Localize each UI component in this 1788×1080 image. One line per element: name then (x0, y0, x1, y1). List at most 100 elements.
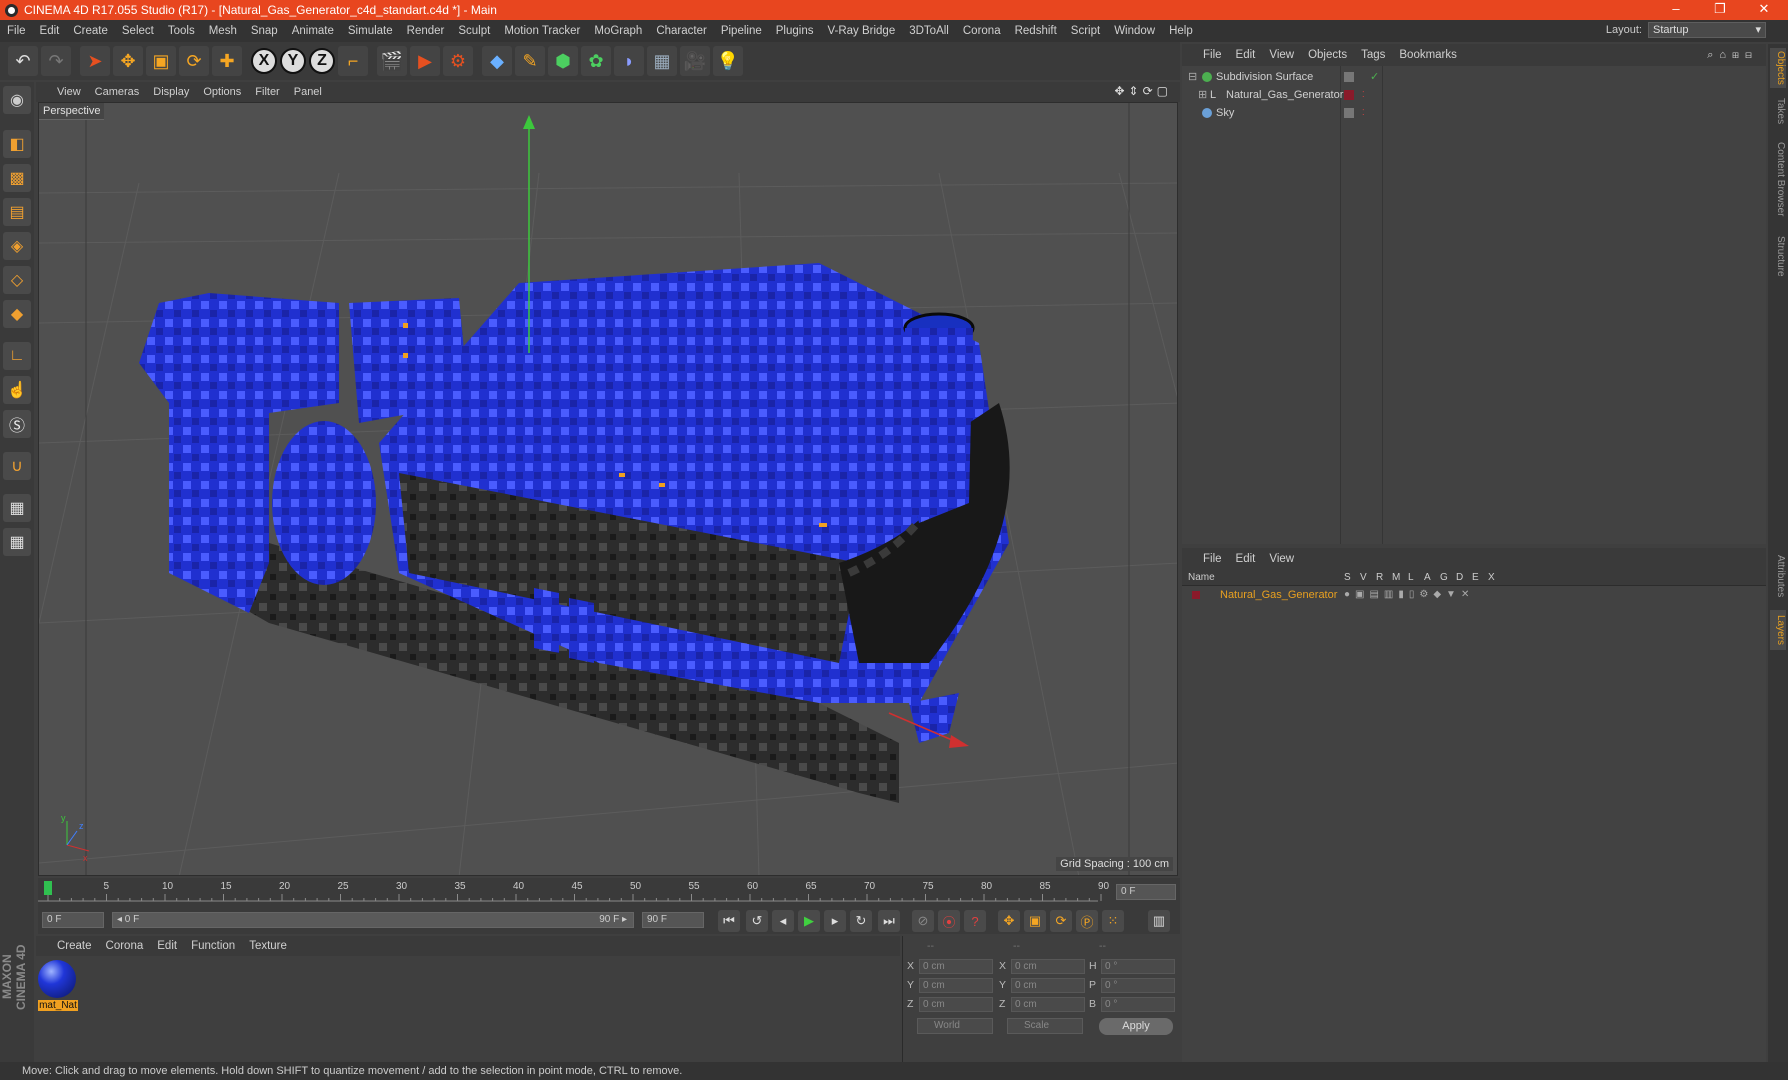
playhead[interactable] (44, 881, 52, 895)
axis-mode-icon[interactable]: ∟ (3, 342, 31, 370)
menu-motion-tracker[interactable]: Motion Tracker (497, 20, 587, 42)
layer-col-animation[interactable]: A (1424, 572, 1431, 583)
snapping-icon[interactable]: Ⓢ (3, 410, 31, 438)
layer-col-expressions[interactable]: E (1472, 572, 1479, 583)
menu-redshift[interactable]: Redshift (1008, 20, 1064, 42)
undo-icon[interactable]: ↶ (8, 46, 38, 76)
size-x-field[interactable]: 0 cm (1011, 959, 1085, 974)
add-floor-icon[interactable]: ▦ (647, 46, 677, 76)
layer-col-manager[interactable]: M (1392, 572, 1400, 583)
rotate-tool-icon[interactable]: ⟳ (179, 46, 209, 76)
menu-sculpt[interactable]: Sculpt (451, 20, 497, 42)
layer-col-xref[interactable]: X (1488, 572, 1495, 583)
size-z-field[interactable]: 0 cm (1011, 997, 1085, 1012)
rotation-b-field[interactable]: 0 ° (1101, 997, 1175, 1012)
menu-animate[interactable]: Animate (285, 20, 341, 42)
next-key-icon[interactable]: ↻ (850, 910, 872, 932)
menu-mograph[interactable]: MoGraph (587, 20, 649, 42)
object-menu-objects[interactable]: Objects (1301, 44, 1354, 66)
timeline-ruler[interactable]: 051015202530354045505560657075808590 0 F (38, 878, 1180, 906)
viewport-menu-options[interactable]: Options (196, 81, 248, 103)
close-button[interactable]: ✕ (1742, 0, 1786, 20)
perspective-viewport[interactable]: y x z Perspective Grid Spacing : 100 cm (38, 102, 1178, 876)
scale-dropdown[interactable]: Scale (1007, 1018, 1083, 1034)
key-parameter-icon[interactable]: Ⓟ (1076, 910, 1098, 932)
object-row-sky[interactable]: Sky ⁚ (1182, 104, 1766, 122)
position-x-field[interactable]: 0 cm (919, 959, 993, 974)
layer-menu-file[interactable]: File (1196, 548, 1229, 570)
scale-tool-icon[interactable]: ▣ (146, 46, 176, 76)
play-icon[interactable]: ▶ (798, 910, 820, 932)
menu-vray-bridge[interactable]: V-Ray Bridge (820, 20, 902, 42)
key-rotation-icon[interactable]: ⟳ (1050, 910, 1072, 932)
layer-menu-edit[interactable]: Edit (1229, 548, 1263, 570)
world-dropdown[interactable]: World (917, 1018, 993, 1034)
tab-structure[interactable]: Structure (1770, 230, 1786, 282)
rotation-h-field[interactable]: 0 ° (1101, 959, 1175, 974)
viewport-menu-filter[interactable]: Filter (248, 81, 286, 103)
object-menu-bookmarks[interactable]: Bookmarks (1392, 44, 1464, 66)
workplane-icon[interactable]: ▤ (3, 198, 31, 226)
tweak-mode-icon[interactable]: ☝ (3, 376, 31, 404)
layer-menu-view[interactable]: View (1262, 548, 1301, 570)
layer-col-generators[interactable]: G (1440, 572, 1448, 583)
start-frame-field[interactable]: 0 F (42, 912, 104, 928)
viewport-menu-display[interactable]: Display (146, 81, 196, 103)
layer-color-swatch[interactable] (1192, 591, 1200, 599)
menu-select[interactable]: Select (115, 20, 161, 42)
model-mode-icon[interactable]: ◧ (3, 130, 31, 158)
expand-icon[interactable]: ⊞ (1198, 86, 1207, 104)
add-light-icon[interactable]: 💡 (713, 46, 743, 76)
menu-edit[interactable]: Edit (33, 20, 67, 42)
next-frame-icon[interactable]: ▸ (824, 910, 846, 932)
render-view-icon[interactable]: 🎬 (377, 46, 407, 76)
position-y-field[interactable]: 0 cm (919, 978, 993, 993)
timeline-window-icon[interactable]: ▥ (1148, 910, 1170, 932)
enabled-check-icon[interactable]: ✓ (1370, 68, 1379, 86)
add-deformer-icon[interactable]: ◗ (614, 46, 644, 76)
coordinate-system-icon[interactable]: ⌐ (338, 46, 368, 76)
add-cube-icon[interactable]: ◆ (482, 46, 512, 76)
texture-mode-icon[interactable]: ▩ (3, 164, 31, 192)
tab-layers[interactable]: Layers (1770, 610, 1786, 650)
tab-attributes[interactable]: Attributes (1770, 548, 1786, 604)
menu-create[interactable]: Create (66, 20, 115, 42)
tab-objects[interactable]: Objects (1770, 48, 1786, 88)
generator-model[interactable] (139, 263, 1010, 803)
menu-render[interactable]: Render (400, 20, 452, 42)
tab-takes[interactable]: Takes (1770, 94, 1786, 128)
frame-range-slider[interactable]: ◂ 0 F 90 F ▸ (112, 912, 634, 928)
restore-button[interactable]: ❐ (1698, 0, 1742, 20)
key-scale-icon[interactable]: ▣ (1024, 910, 1046, 932)
layer-col-render[interactable]: R (1376, 572, 1383, 583)
move-tool-icon[interactable]: ✥ (113, 46, 143, 76)
menu-mesh[interactable]: Mesh (202, 20, 244, 42)
render-settings-icon[interactable]: ⚙ (443, 46, 473, 76)
add-mograph-icon[interactable]: ✿ (581, 46, 611, 76)
menu-help[interactable]: Help (1162, 20, 1200, 42)
menu-window[interactable]: Window (1107, 20, 1162, 42)
magnet-icon[interactable]: ∪ (3, 452, 31, 480)
layer-row[interactable]: Natural_Gas_Generator ●▣▤▥▮▯⚙◆▼✕ (1182, 586, 1766, 604)
key-position-icon[interactable]: ✥ (998, 910, 1020, 932)
visibility-dots-icon[interactable]: ⁚ (1362, 104, 1365, 122)
rotation-p-field[interactable]: 0 ° (1101, 978, 1175, 993)
menu-corona[interactable]: Corona (956, 20, 1008, 42)
layer-col-solo[interactable]: S (1344, 572, 1351, 583)
material-item[interactable]: mat_Nat (38, 960, 78, 1011)
locked-workplane-icon[interactable]: ▦ (3, 494, 31, 522)
viewport-menu-view[interactable]: View (50, 81, 88, 103)
previous-frame-icon[interactable]: ◂ (772, 910, 794, 932)
make-editable-icon[interactable]: ◉ (3, 86, 31, 114)
object-menu-view[interactable]: View (1262, 44, 1301, 66)
transform-tool-icon[interactable]: ✚ (212, 46, 242, 76)
go-to-end-icon[interactable]: ⏭ (878, 910, 900, 932)
add-spline-icon[interactable]: ✎ (515, 46, 545, 76)
menu-plugins[interactable]: Plugins (769, 20, 821, 42)
layer-col-view[interactable]: V (1360, 572, 1367, 583)
current-frame-field[interactable]: 0 F (1116, 884, 1176, 900)
menu-character[interactable]: Character (649, 20, 714, 42)
record-active-icon[interactable]: ⊘ (912, 910, 934, 932)
material-menu-edit[interactable]: Edit (150, 935, 184, 957)
menu-pipeline[interactable]: Pipeline (714, 20, 769, 42)
